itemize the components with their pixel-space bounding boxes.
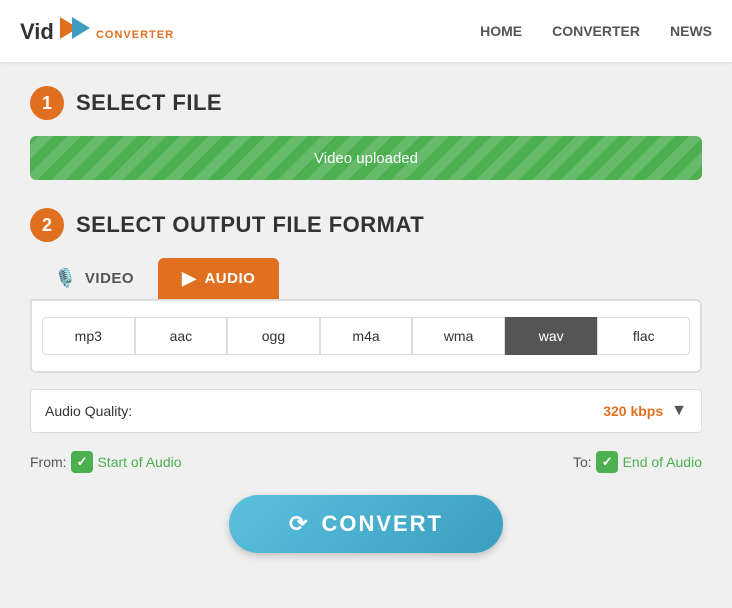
tab-audio-label: AUDIO [204,270,255,287]
quality-value: 320 kbps [603,403,663,419]
youtube-icon: ▶ [182,268,196,289]
step2-header: 2 SELECT OUTPUT FILE FORMAT [30,208,702,242]
step2-badge: 2 [30,208,64,242]
microphone-icon: 🎙️ [54,268,77,289]
convert-label: CONVERT [321,511,443,537]
logo-text: Vid [20,17,90,45]
main-nav: HOME CONVERTER NEWS [480,23,712,39]
logo: Vid CONVERTER [20,17,174,45]
to-label: To: [573,454,592,470]
from-check-icon: ✓ [71,451,93,473]
main-content: 1 SELECT FILE Video uploaded 2 SELECT OU… [0,62,732,577]
convert-btn-wrap: ⟳ CONVERT [30,495,702,553]
convert-icon: ⟳ [289,511,309,537]
format-selector: mp3 aac ogg m4a wma wav flac [30,299,702,373]
step1-header: 1 SELECT FILE [30,86,702,120]
nav-home[interactable]: HOME [480,23,522,39]
tab-video[interactable]: 🎙️ VIDEO [30,258,158,299]
step1-title: SELECT FILE [76,90,222,116]
convert-button[interactable]: ⟳ CONVERT [229,495,503,553]
format-wav[interactable]: wav [505,317,598,355]
range-row: From: ✓ Start of Audio To: ✓ End of Audi… [30,451,702,473]
format-m4a[interactable]: m4a [320,317,413,355]
quality-bar: Audio Quality: 320 kbps ▼ [30,389,702,433]
from-label: From: [30,454,67,470]
quality-label: Audio Quality: [45,403,132,419]
format-aac[interactable]: aac [135,317,228,355]
to-check-icon: ✓ [596,451,618,473]
step1-badge: 1 [30,86,64,120]
app-header: Vid CONVERTER HOME CONVERTER NEWS [0,0,732,62]
logo-play-icon [60,17,90,39]
nav-news[interactable]: NEWS [670,23,712,39]
upload-status: Video uploaded [314,150,418,167]
format-wma[interactable]: wma [412,317,505,355]
upload-bar[interactable]: Video uploaded [30,136,702,180]
logo-vid-text: Vid [20,19,54,44]
quality-dropdown-icon[interactable]: ▼ [671,402,687,420]
format-mp3[interactable]: mp3 [42,317,135,355]
format-ogg[interactable]: ogg [227,317,320,355]
format-flac[interactable]: flac [597,317,690,355]
to-text: End of Audio [623,454,702,470]
tab-video-label: VIDEO [85,270,134,287]
nav-converter[interactable]: CONVERTER [552,23,640,39]
from-text: Start of Audio [97,454,181,470]
logo-subtitle: CONVERTER [96,29,174,41]
step2-title: SELECT OUTPUT FILE FORMAT [76,212,424,238]
format-tabs: 🎙️ VIDEO ▶ AUDIO [30,258,702,299]
tab-audio[interactable]: ▶ AUDIO [158,258,279,299]
